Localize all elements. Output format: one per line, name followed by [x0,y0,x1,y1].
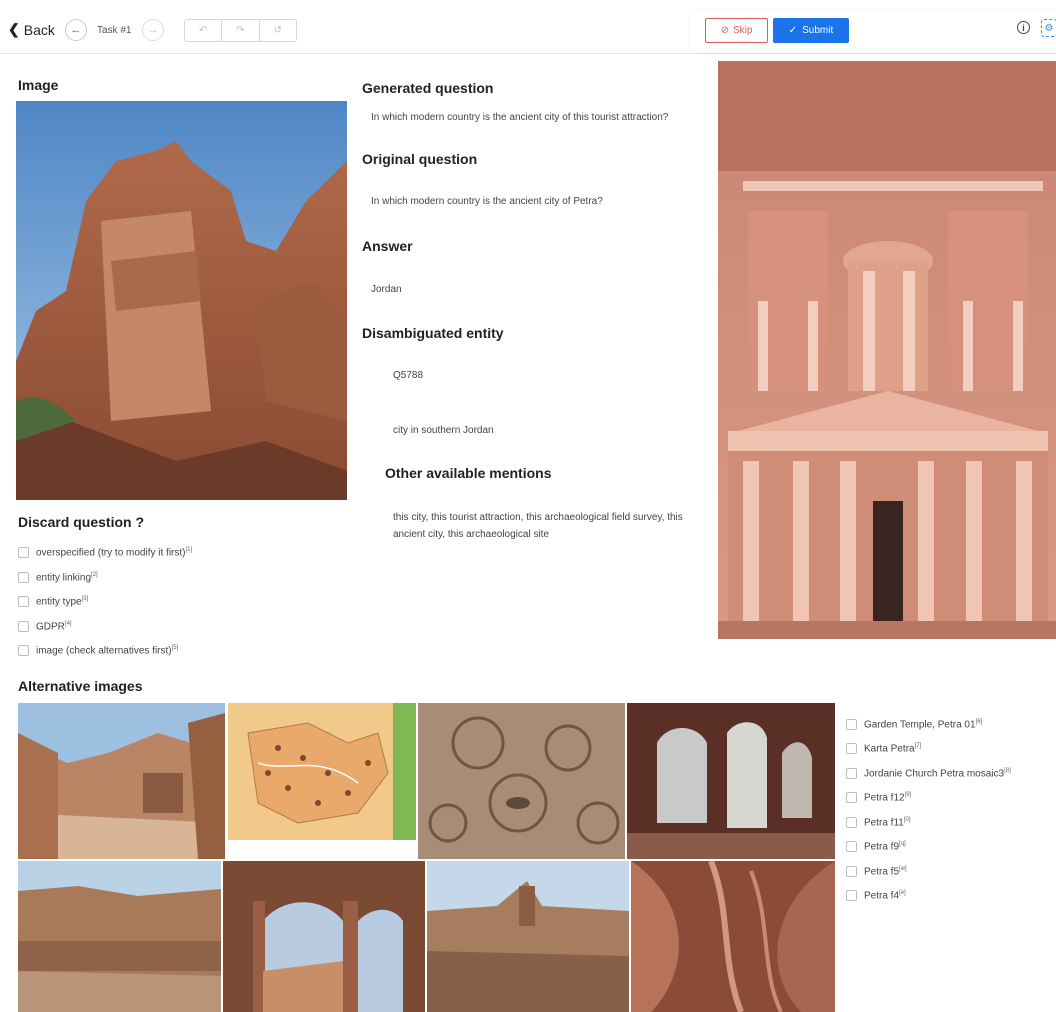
option-label: entity linking[2] [36,572,98,584]
alternative-image[interactable] [18,703,225,859]
checkbox[interactable] [846,792,857,804]
option-label: Garden Temple, Petra 01[6] [864,719,983,731]
submit-label: Submit [802,25,834,36]
checkbox[interactable] [846,890,857,902]
history-controls: ↶ ↷ ↺ [184,19,297,42]
reset-button[interactable]: ↺ [260,20,296,41]
discard-option[interactable]: overspecified (try to modify it first)[1… [18,547,192,558]
checkbox[interactable] [18,621,29,633]
checkbox[interactable] [846,768,857,780]
skip-button[interactable]: ⊘ Skip [705,18,768,43]
other-mentions-heading: Other available mentions [385,465,552,481]
checkbox[interactable] [846,743,857,755]
alternative-option[interactable]: Petra f4[e] [846,890,906,901]
back-button[interactable]: ❮ Back [8,21,55,38]
option-label: Petra f12[9] [864,792,912,804]
alternative-option[interactable]: Petra f9[q] [846,841,906,852]
arrow-left-icon: ← [70,24,82,36]
alternative-option[interactable]: Garden Temple, Petra 01[6] [846,719,982,730]
checkbox[interactable] [18,645,29,657]
alternative-option[interactable]: Petra f5[w] [846,866,907,877]
checkbox[interactable] [846,719,857,731]
checkbox[interactable] [18,547,29,559]
alternative-images-heading: Alternative images [18,678,143,694]
discard-option[interactable]: image (check alternatives first)[5] [18,645,178,656]
option-label: Petra f11[0] [864,817,911,829]
submit-button[interactable]: ✓ Submit [773,18,849,43]
alternative-option[interactable]: Petra f11[0] [846,817,911,828]
checkbox[interactable] [846,841,857,853]
redo-button[interactable]: ↷ [222,20,260,41]
other-mentions-text: this city, this tourist attraction, this… [393,512,683,540]
alternative-option[interactable]: Jordanie Church Petra mosaic3[8] [846,768,1011,779]
alternative-image[interactable] [631,861,835,1012]
alternative-image[interactable] [223,861,425,1012]
alternative-image[interactable] [18,861,221,1012]
action-panel: ⊘ Skip ✓ Submit i ⚙ [690,10,1056,52]
settings-icon[interactable]: ⚙ [1041,19,1056,37]
main-image [16,101,347,500]
option-label: Jordanie Church Petra mosaic3[8] [864,768,1011,780]
alternative-option[interactable]: Petra f12[9] [846,792,911,803]
alternative-image[interactable] [427,861,629,1012]
task-label: Task #1 [97,25,132,36]
checkbox[interactable] [18,596,29,608]
image-heading: Image [18,77,59,93]
previous-task-button[interactable]: ← [65,19,87,41]
option-label: image (check alternatives first)[5] [36,645,179,657]
undo-icon: ↶ [198,25,208,36]
original-question-text: In which modern country is the ancient c… [371,196,603,207]
option-label: Karta Petra[7] [864,743,922,755]
ban-icon: ⊘ [720,25,729,36]
entity-id: Q5788 [393,370,424,381]
alternative-image[interactable] [418,703,625,859]
entity-heading: Disambiguated entity [362,325,504,341]
discard-option[interactable]: entity linking[2] [18,572,98,583]
entity-description: city in southern Jordan [393,425,494,436]
checkbox[interactable] [846,817,857,829]
option-label: Petra f5[w] [864,866,907,878]
discard-option[interactable]: GDPR[4] [18,621,72,632]
skip-label: Skip [732,25,753,36]
reference-image [718,61,1056,639]
alternative-option[interactable]: Karta Petra[7] [846,743,921,754]
reset-icon: ↺ [273,25,283,36]
discard-option[interactable]: entity type[3] [18,596,88,607]
undo-button[interactable]: ↶ [185,20,223,41]
arrow-right-icon: → [147,24,159,36]
check-icon: ✓ [788,25,798,36]
redo-icon: ↷ [236,25,245,36]
checkbox[interactable] [18,572,29,584]
option-label: Petra f9[q] [864,841,906,853]
back-label: Back [23,21,55,38]
option-label: GDPR[4] [36,621,72,633]
checkbox[interactable] [846,866,857,878]
option-label: overspecified (try to modify it first)[1… [36,547,193,559]
option-label: entity type[3] [36,596,89,608]
option-label: Petra f4[e] [864,890,906,902]
answer-text: Jordan [371,284,402,295]
next-task-button[interactable]: → [142,19,164,41]
top-toolbar: ❮ Back ← Task #1 → ↶ ↷ ↺ ⊘ Skip ✓ Submit… [0,0,1056,54]
discard-heading: Discard question ? [18,514,145,530]
generated-question-text: In which modern country is the ancient c… [371,112,669,123]
alternative-image[interactable] [228,703,416,840]
alternative-image[interactable] [627,703,835,859]
chevron-left-icon: ❮ [8,21,20,37]
original-question-heading: Original question [362,151,478,167]
info-icon[interactable]: i [1017,21,1030,34]
answer-heading: Answer [362,238,413,254]
generated-question-heading: Generated question [362,80,494,96]
